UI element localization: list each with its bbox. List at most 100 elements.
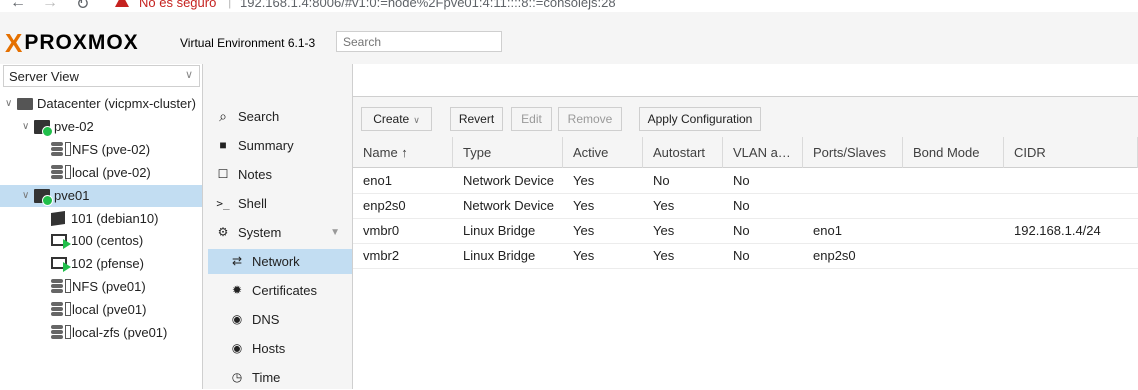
table-row[interactable]: vmbr2 Linux Bridge Yes Yes No enp2s0 (353, 244, 1138, 269)
tree-node[interactable]: local-zfs (pve01) (0, 322, 202, 344)
storage-icon (51, 302, 71, 317)
storage-disk-shape (51, 312, 63, 317)
nav-item-label: Network (252, 254, 300, 269)
datacenter-icon (17, 98, 33, 110)
table-cell: No (733, 223, 750, 238)
exchange-icon: ⇄ (231, 254, 243, 268)
table-cell: eno1 (363, 173, 392, 188)
nav-item-notes[interactable]: ☐ Notes (203, 162, 352, 187)
remove-button-label: Remove (567, 112, 613, 126)
storage-disk-shape (51, 169, 63, 174)
nav-item-hosts[interactable]: ◉ Hosts (208, 336, 352, 361)
globe-icon: ◉ (231, 312, 243, 326)
create-button[interactable]: Create ∨ (361, 107, 432, 131)
tree-node-label: local (pve-02) (72, 164, 151, 180)
tree-node[interactable]: ∨ pve-02 (0, 116, 202, 138)
storage-box-shape (65, 279, 71, 294)
tree-node[interactable]: 102 (pfense) (0, 253, 202, 275)
revert-button-label: Revert (458, 112, 495, 126)
node-online-icon (34, 188, 53, 206)
tree-node[interactable]: local (pve-02) (0, 162, 202, 184)
tree-node[interactable]: 101 (debian10) (0, 208, 202, 230)
table-cell: Linux Bridge (463, 248, 536, 263)
cogs-icon: ⚙ (217, 225, 229, 239)
nav-item-label: Certificates (252, 283, 318, 298)
tree-node[interactable]: ∨ Datacenter (vicpmx-cluster) (0, 93, 202, 115)
collapse-arrow-icon[interactable]: ▼ (330, 220, 340, 245)
nav-item-label: Search (238, 109, 280, 124)
warning-icon (115, 0, 129, 7)
table-row[interactable]: vmbr0 Linux Bridge Yes Yes No eno1 192.168.1.4… (353, 219, 1138, 244)
nav-item-time[interactable]: ◷ Time (208, 365, 352, 390)
edit-button[interactable]: Edit (511, 107, 552, 131)
logo-word: PROXMOX (24, 31, 139, 54)
nav-item-label: Shell (238, 196, 267, 211)
column-header[interactable]: Ports/Slaves (803, 137, 903, 168)
table-row[interactable]: eno1 Network Device Yes No No (353, 169, 1138, 194)
column-header[interactable]: Name ↑ (353, 137, 453, 168)
running-status-icon (63, 262, 71, 273)
table-cell: enp2s0 (813, 248, 856, 263)
nav-item-system[interactable]: ⚙ System ▼ (203, 220, 352, 245)
storage-disk-shape (51, 284, 63, 289)
expand-toggle-icon[interactable]: ∨ (22, 185, 29, 207)
nav-item-dns[interactable]: ◉ DNS (208, 307, 352, 332)
column-header[interactable]: VLAN a… (723, 137, 803, 168)
terminal-icon: >_ (216, 197, 230, 210)
nav-item-network[interactable]: ⇄ Network (208, 249, 352, 274)
table-cell (803, 169, 903, 193)
table-cell: eno1 (813, 223, 842, 238)
apply-configuration-button[interactable]: Apply Configuration (639, 107, 761, 131)
online-status-icon (42, 125, 53, 137)
book-icon: ■ (219, 138, 227, 152)
storage-disk-shape (51, 302, 63, 307)
browser-address-bar[interactable]: ← → ↻ No es seguro | 192.168.1.4:8006/#v… (0, 0, 1138, 12)
tree-node-label: NFS (pve-02) (72, 141, 151, 157)
storage-disk-shape (51, 330, 63, 334)
vm-running-icon (51, 234, 71, 250)
expand-toggle-icon[interactable]: ∨ (5, 93, 12, 115)
table-row[interactable]: enp2s0 Network Device Yes Yes No (353, 194, 1138, 219)
tree-node-label: Datacenter (vicpmx-cluster) (37, 96, 196, 111)
table-cell: enp2s0 (363, 198, 406, 213)
insecure-label: No es seguro (139, 0, 217, 10)
search-input[interactable] (336, 31, 502, 52)
column-header[interactable]: Autostart (643, 137, 723, 168)
forward-arrow-icon[interactable]: → (42, 0, 58, 12)
view-select-value: Server View (9, 69, 79, 84)
tree-node-label: NFS (pve01) (72, 279, 146, 295)
tree-node[interactable]: local (pve01) (0, 299, 202, 321)
expand-toggle-icon[interactable]: ∨ (22, 116, 29, 138)
nav-item-label: DNS (252, 312, 280, 327)
tree-node-label: local-zfs (pve01) (72, 325, 168, 340)
nav-item-search[interactable]: ⌕ Search (203, 104, 352, 129)
tree-node[interactable]: 100 (centos) (0, 230, 202, 252)
back-arrow-icon[interactable]: ← (10, 0, 26, 12)
storage-box-shape (65, 164, 71, 179)
tree-node[interactable]: ∨ pve01 (0, 184, 202, 207)
nav-item-shell[interactable]: >_ Shell (203, 191, 352, 216)
tree-node[interactable]: NFS (pve-02) (0, 139, 202, 161)
view-select[interactable]: Server View ∨ (3, 65, 200, 87)
url-text[interactable]: 192.168.1.4:8006/#v1:0:=node%2Fpve01:4:1… (240, 0, 616, 10)
remove-button[interactable]: Remove (558, 107, 622, 131)
tree-node[interactable]: NFS (pve01) (0, 276, 202, 298)
column-header[interactable]: CIDR (1004, 137, 1138, 168)
column-header[interactable]: Active (563, 137, 643, 168)
reload-icon[interactable]: ↻ (76, 0, 89, 12)
revert-button[interactable]: Revert (450, 107, 503, 131)
storage-icon (51, 141, 71, 157)
grid-header: Name ↑ Type Active Autostart VLAN a… Ports/Sl… (353, 137, 1138, 168)
table-cell: No (733, 248, 750, 263)
storage-box-shape (65, 141, 71, 156)
nav-item-label: Hosts (252, 341, 286, 356)
nav-item-certificates[interactable]: ✹ Certificates (208, 278, 352, 303)
column-header[interactable]: Type (453, 137, 563, 168)
chevron-down-icon: ∨ (184, 69, 193, 81)
table-cell: Linux Bridge (463, 223, 536, 238)
edit-button-label: Edit (521, 112, 542, 126)
column-header[interactable]: Bond Mode (903, 137, 1004, 168)
storage-box-shape (65, 325, 71, 339)
table-cell: No (653, 173, 670, 188)
nav-item-summary[interactable]: ■ Summary (203, 133, 352, 158)
